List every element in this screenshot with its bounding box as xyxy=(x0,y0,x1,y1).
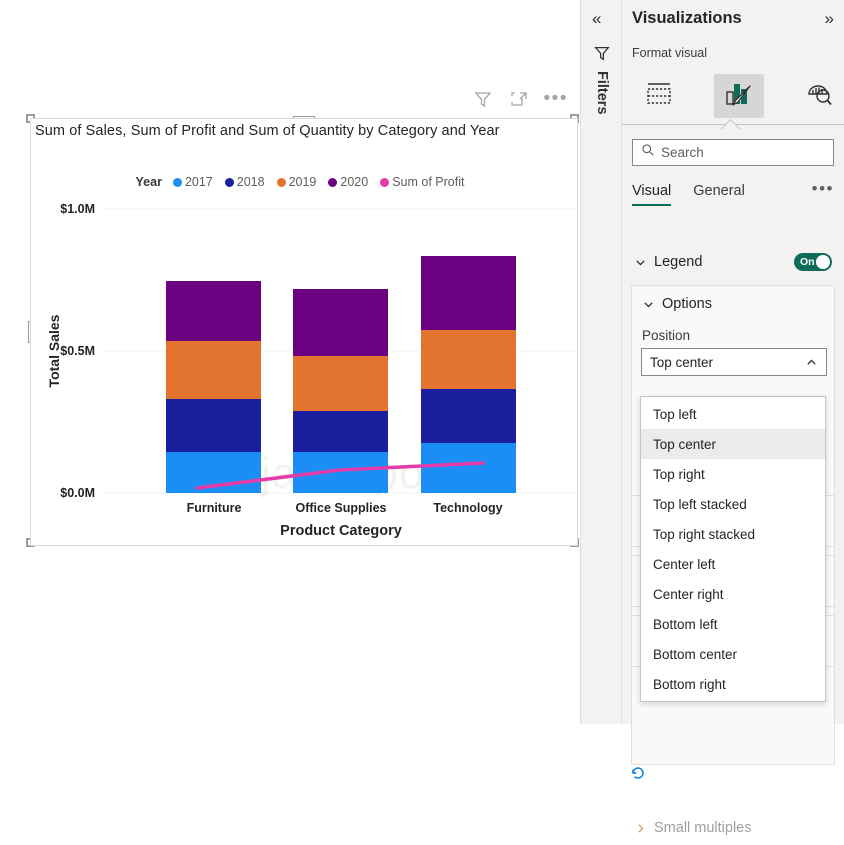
filter-funnel-icon[interactable] xyxy=(593,44,611,62)
tab-format-visual[interactable] xyxy=(714,74,764,118)
svg-text:Office Supplies: Office Supplies xyxy=(296,501,387,515)
svg-text:$1.0M: $1.0M xyxy=(60,202,95,216)
sub-tab-general[interactable]: General xyxy=(693,183,745,204)
chevron-down-icon xyxy=(642,298,655,311)
tab-build-visual[interactable] xyxy=(634,74,684,118)
reset-to-default-icon[interactable] xyxy=(630,765,646,781)
bar-segment-2019 xyxy=(421,330,516,389)
svg-text:Furniture: Furniture xyxy=(187,501,242,515)
search-placeholder: Search xyxy=(661,145,704,160)
bar-office-supplies xyxy=(293,289,388,493)
section-legend-label: Legend xyxy=(654,254,703,270)
selected-tab-caret xyxy=(720,117,742,129)
filters-pane-label: Filters xyxy=(594,71,610,115)
bar-segment-2019 xyxy=(166,341,261,399)
search-icon xyxy=(641,143,655,162)
tab-analytics[interactable] xyxy=(794,74,844,118)
dropdown-option-top-right[interactable]: Top right xyxy=(641,459,825,489)
options-card-title: Options xyxy=(662,296,712,312)
section-small-multiples[interactable]: Small multiples xyxy=(622,811,844,845)
focus-mode-icon[interactable] xyxy=(508,88,530,110)
bar-chart-brush-icon xyxy=(724,80,754,113)
legend-toggle[interactable]: On xyxy=(794,253,832,271)
bar-technology xyxy=(421,256,516,493)
toggle-knob xyxy=(816,255,830,269)
dropdown-option-bottom-center[interactable]: Bottom center xyxy=(641,639,825,669)
section-small-multiples-label: Small multiples xyxy=(654,820,752,836)
expand-pane-icon[interactable]: » xyxy=(825,10,834,27)
sub-tab-visual[interactable]: Visual xyxy=(632,183,672,206)
bar-segment-2018 xyxy=(166,399,261,452)
x-axis-title: Product Category xyxy=(280,523,402,539)
visual-more-options-button[interactable]: ••• xyxy=(544,89,568,108)
filters-pane-collapsed[interactable]: « Filters xyxy=(580,0,622,724)
visual-header-toolbar: ••• xyxy=(472,88,568,110)
dropdown-option-center-right[interactable]: Center right xyxy=(641,579,825,609)
format-visual-label: Format visual xyxy=(632,46,708,60)
position-field-label: Position xyxy=(642,328,691,343)
chevron-up-icon xyxy=(805,356,818,369)
section-legend[interactable]: Legend On xyxy=(622,245,844,279)
sub-tabs-more-button[interactable]: ••• xyxy=(812,180,834,197)
bar-segment-2020 xyxy=(421,256,516,330)
dropdown-option-bottom-left[interactable]: Bottom left xyxy=(641,609,825,639)
svg-text:Technology: Technology xyxy=(433,501,502,515)
format-sub-tabs: Visual General ••• xyxy=(632,180,834,213)
bar-segment-2020 xyxy=(166,281,261,341)
svg-text:$0.5M: $0.5M xyxy=(60,344,95,358)
bar-segment-2017 xyxy=(421,443,516,493)
analytics-magnifier-icon xyxy=(805,81,833,112)
chevron-down-icon xyxy=(634,256,647,269)
y-axis-tick-labels: $1.0M $0.5M $0.0M xyxy=(60,202,95,500)
visualizations-pane-header: Visualizations » xyxy=(622,0,844,40)
dropdown-option-top-left[interactable]: Top left xyxy=(641,399,825,429)
y-axis-title: Total Sales xyxy=(46,314,62,387)
dropdown-option-top-center[interactable]: Top center xyxy=(641,429,825,459)
pane-title: Visualizations xyxy=(632,9,742,27)
filter-funnel-icon[interactable] xyxy=(472,88,494,110)
options-card-header[interactable]: Options xyxy=(642,296,712,312)
dropdown-option-bottom-right[interactable]: Bottom right xyxy=(641,669,825,699)
position-dropdown-value: Top center xyxy=(650,354,714,370)
chevron-right-icon xyxy=(634,822,647,835)
bar-segment-2019 xyxy=(293,356,388,411)
chart-svg: $1.0M $0.5M $0.0M Total Sales Furniture … xyxy=(46,202,577,539)
chart-plot-area: $1.0M $0.5M $0.0M Total Sales Furniture … xyxy=(31,119,579,547)
dropdown-option-center-left[interactable]: Center left xyxy=(641,549,825,579)
position-dropdown-list[interactable]: Top left Top center Top right Top left s… xyxy=(640,396,826,702)
bar-segment-2020 xyxy=(293,289,388,356)
stacked-column-chart-visual[interactable]: Sum of Sales, Sum of Profit and Sum of Q… xyxy=(30,118,578,546)
collapse-pane-icon[interactable]: « xyxy=(592,10,601,27)
bar-furniture xyxy=(166,281,261,493)
dropdown-option-top-left-stacked[interactable]: Top left stacked xyxy=(641,489,825,519)
x-axis-tick-labels: Furniture Office Supplies Technology xyxy=(187,501,503,515)
report-canvas: ••• Sum of Sales, Sum of Profit and Sum … xyxy=(0,0,580,724)
fields-table-icon xyxy=(645,81,673,112)
bar-segment-2018 xyxy=(421,389,516,443)
dropdown-option-top-right-stacked[interactable]: Top right stacked xyxy=(641,519,825,549)
position-dropdown[interactable]: Top center xyxy=(641,348,827,376)
bar-segment-2018 xyxy=(293,411,388,452)
svg-text:$0.0M: $0.0M xyxy=(60,486,95,500)
search-input[interactable]: Search xyxy=(632,139,834,166)
pane-tabs xyxy=(622,70,844,122)
legend-toggle-state: On xyxy=(800,256,815,268)
